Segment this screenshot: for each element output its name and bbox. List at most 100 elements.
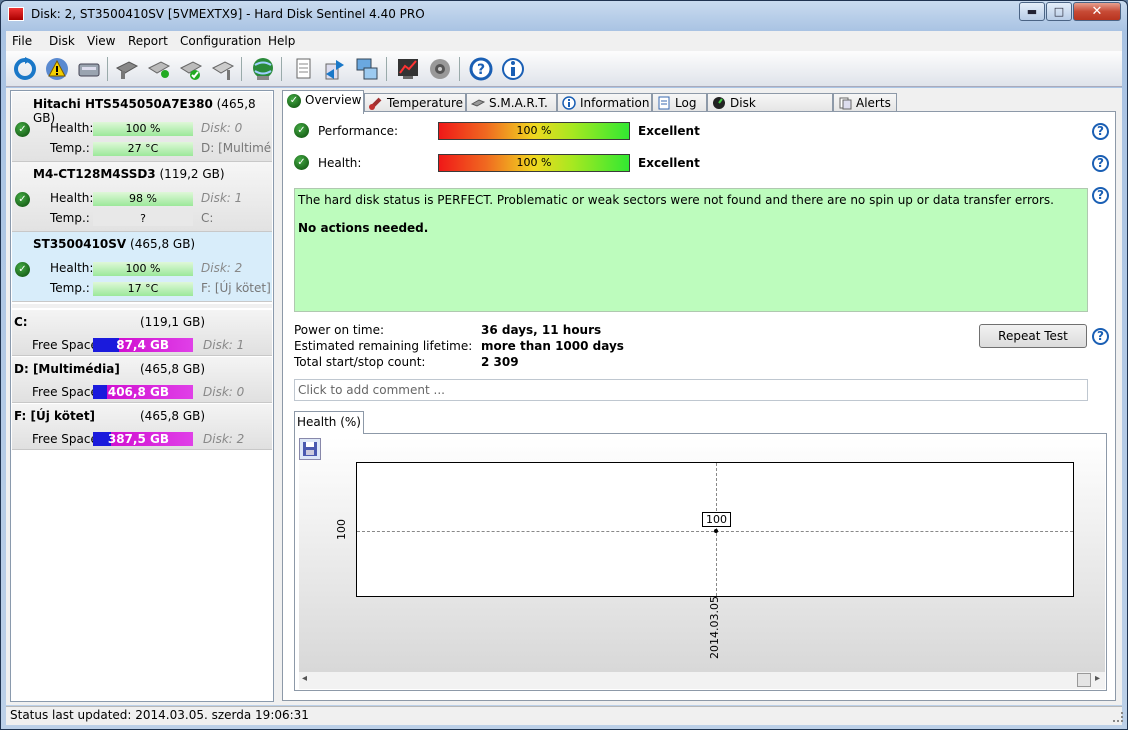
globe-icon[interactable] xyxy=(250,56,276,82)
menu-configuration[interactable]: Configuration xyxy=(180,34,261,48)
status-message: The hard disk status is PERFECT. Problem… xyxy=(298,193,1054,207)
status-ok-icon: ✓ xyxy=(15,192,30,207)
tab-overview[interactable]: ✓ Overview xyxy=(282,90,364,114)
volume-size: (119,1 GB) xyxy=(140,315,206,329)
health-label: Health: xyxy=(50,191,94,205)
volume-label: D: [Multiméd xyxy=(201,141,271,155)
chart-x-tick-label: 2014.03.05 xyxy=(708,596,721,659)
disk-ok-icon[interactable] xyxy=(178,56,204,82)
tab-information[interactable]: Information xyxy=(557,93,652,113)
tab-temperature[interactable]: Temperature xyxy=(364,93,466,113)
menu-report[interactable]: Report xyxy=(128,34,168,48)
chart-icon[interactable] xyxy=(395,56,421,82)
disk-check-icon[interactable] xyxy=(146,56,172,82)
disk-number: Disk: 0 xyxy=(201,121,243,135)
document-icon[interactable] xyxy=(290,56,316,82)
scroll-left-icon[interactable]: ◂ xyxy=(302,673,307,684)
disk-gray-icon[interactable] xyxy=(114,56,140,82)
toolbar-separator xyxy=(241,57,242,81)
info-icon[interactable] xyxy=(500,56,526,82)
app-icon xyxy=(8,7,24,21)
lifetime-value: more than 1000 days xyxy=(481,339,624,353)
menu-disk[interactable]: Disk xyxy=(49,34,75,48)
startstop-value: 2 309 xyxy=(481,355,519,369)
volume-label: F: [Új kötet] xyxy=(201,281,271,295)
free-space-label: Free Space xyxy=(32,432,98,446)
startstop-label: Total start/stop count: xyxy=(294,355,426,369)
tab-smart[interactable]: S.M.A.R.T. xyxy=(466,93,557,113)
disk-item-selected[interactable]: ST3500410SV (465,8 GB) ✓ Health: 100 % D… xyxy=(12,232,272,302)
performance-ok-icon: ✓ xyxy=(294,123,309,138)
tab-alerts[interactable]: Alerts xyxy=(833,93,897,113)
health-label: Health: xyxy=(318,156,362,170)
menu-view[interactable]: View xyxy=(87,34,115,48)
repeat-test-button[interactable]: Repeat Test xyxy=(979,324,1087,348)
volume-item[interactable]: C: (119,1 GB) Free Space 87,4 GB Disk: 1 xyxy=(12,310,272,356)
toolbar-separator xyxy=(281,57,282,81)
resize-grip[interactable] xyxy=(1113,712,1123,722)
scroll-thumb[interactable] xyxy=(1077,673,1091,687)
volume-item[interactable]: F: [Új kötet] (465,8 GB) Free Space 387,… xyxy=(12,404,272,450)
alert-icon[interactable] xyxy=(44,56,70,82)
help-icon[interactable]: ? xyxy=(1092,187,1109,204)
chart-data-label: 100 xyxy=(702,512,731,527)
title-bar[interactable]: Disk: 2, ST3500410SV [5VMEXTX9] - Hard D… xyxy=(1,1,1127,29)
disk-name: ST3500410SV (465,8 GB) xyxy=(33,237,196,251)
disk-number: Disk: 0 xyxy=(203,385,245,399)
disk-name: M4-CT128M4SSD3 (119,2 GB) xyxy=(33,167,225,181)
comment-input[interactable]: Click to add comment ... xyxy=(294,379,1088,401)
info-icon xyxy=(562,96,576,110)
tab-log[interactable]: Log xyxy=(652,93,707,113)
volume-name: D: [Multimédia] xyxy=(14,362,120,376)
help-icon[interactable]: ? xyxy=(468,56,494,82)
help-icon[interactable]: ? xyxy=(1092,123,1109,140)
menu-help[interactable]: Help xyxy=(268,34,295,48)
performance-bar: 100 % xyxy=(438,122,630,140)
temp-label: Temp.: xyxy=(50,141,90,155)
power-on-value: 36 days, 11 hours xyxy=(481,323,602,337)
speaker-icon[interactable] xyxy=(427,56,453,82)
health-chart: 100 100 2014.03.05 xyxy=(299,438,1105,672)
toolbar: ? xyxy=(6,51,1122,87)
disk-list-panel: Hitachi HTS545050A7E380 (465,8 GB) ✓ Hea… xyxy=(10,90,274,702)
close-button[interactable]: ✕ xyxy=(1073,2,1121,21)
scroll-right-icon[interactable]: ▸ xyxy=(1095,673,1100,684)
disk-tool-icon[interactable] xyxy=(210,56,236,82)
refresh-icon[interactable] xyxy=(12,56,38,82)
health-bar: 98 % xyxy=(93,192,193,206)
temp-bar: ? xyxy=(93,212,193,226)
health-rating: Excellent xyxy=(638,156,700,170)
minimize-button[interactable]: ▬ xyxy=(1019,2,1045,21)
disk-item[interactable]: Hitachi HTS545050A7E380 (465,8 GB) ✓ Hea… xyxy=(12,92,272,162)
help-icon[interactable]: ? xyxy=(1092,328,1109,345)
horizontal-scrollbar[interactable]: ◂ ▸ xyxy=(299,672,1105,689)
thermometer-icon xyxy=(369,97,382,110)
network-icon[interactable] xyxy=(354,56,380,82)
temp-label: Temp.: xyxy=(50,281,90,295)
window-title: Disk: 2, ST3500410SV [5VMEXTX9] - Hard D… xyxy=(31,7,425,21)
main-window: Disk: 2, ST3500410SV [5VMEXTX9] - Hard D… xyxy=(0,0,1128,730)
lifetime-label: Estimated remaining lifetime: xyxy=(294,339,473,353)
disk-icon[interactable] xyxy=(76,56,102,82)
tab-health-percent[interactable]: Health (%) xyxy=(294,411,364,434)
help-icon[interactable]: ? xyxy=(1092,155,1109,172)
volume-item[interactable]: D: [Multimédia] (465,8 GB) Free Space 40… xyxy=(12,357,272,403)
transfer-icon[interactable] xyxy=(322,56,348,82)
log-icon xyxy=(658,96,670,110)
temp-bar: 27 °C xyxy=(93,142,193,156)
health-label: Health: xyxy=(50,121,94,135)
toolbar-separator xyxy=(107,57,108,81)
free-space-label: Free Space xyxy=(32,338,98,352)
detail-panel: ✓ Overview Temperature S.M.A.R.T. Informa… xyxy=(278,88,1120,703)
menu-file[interactable]: File xyxy=(12,34,32,48)
save-icon[interactable] xyxy=(299,438,321,460)
health-label: Health: xyxy=(50,261,94,275)
status-ok-icon: ✓ xyxy=(15,262,30,277)
disk-number: Disk: 2 xyxy=(201,261,243,275)
temp-label: Temp.: xyxy=(50,211,90,225)
volume-label: C: xyxy=(201,211,214,225)
maximize-button[interactable]: □ xyxy=(1046,2,1072,21)
disk-item[interactable]: M4-CT128M4SSD3 (119,2 GB) ✓ Health: 98 %… xyxy=(12,162,272,232)
tab-disk-performance[interactable]: Disk Performance xyxy=(707,93,833,128)
action-message: No actions needed. xyxy=(298,221,429,235)
